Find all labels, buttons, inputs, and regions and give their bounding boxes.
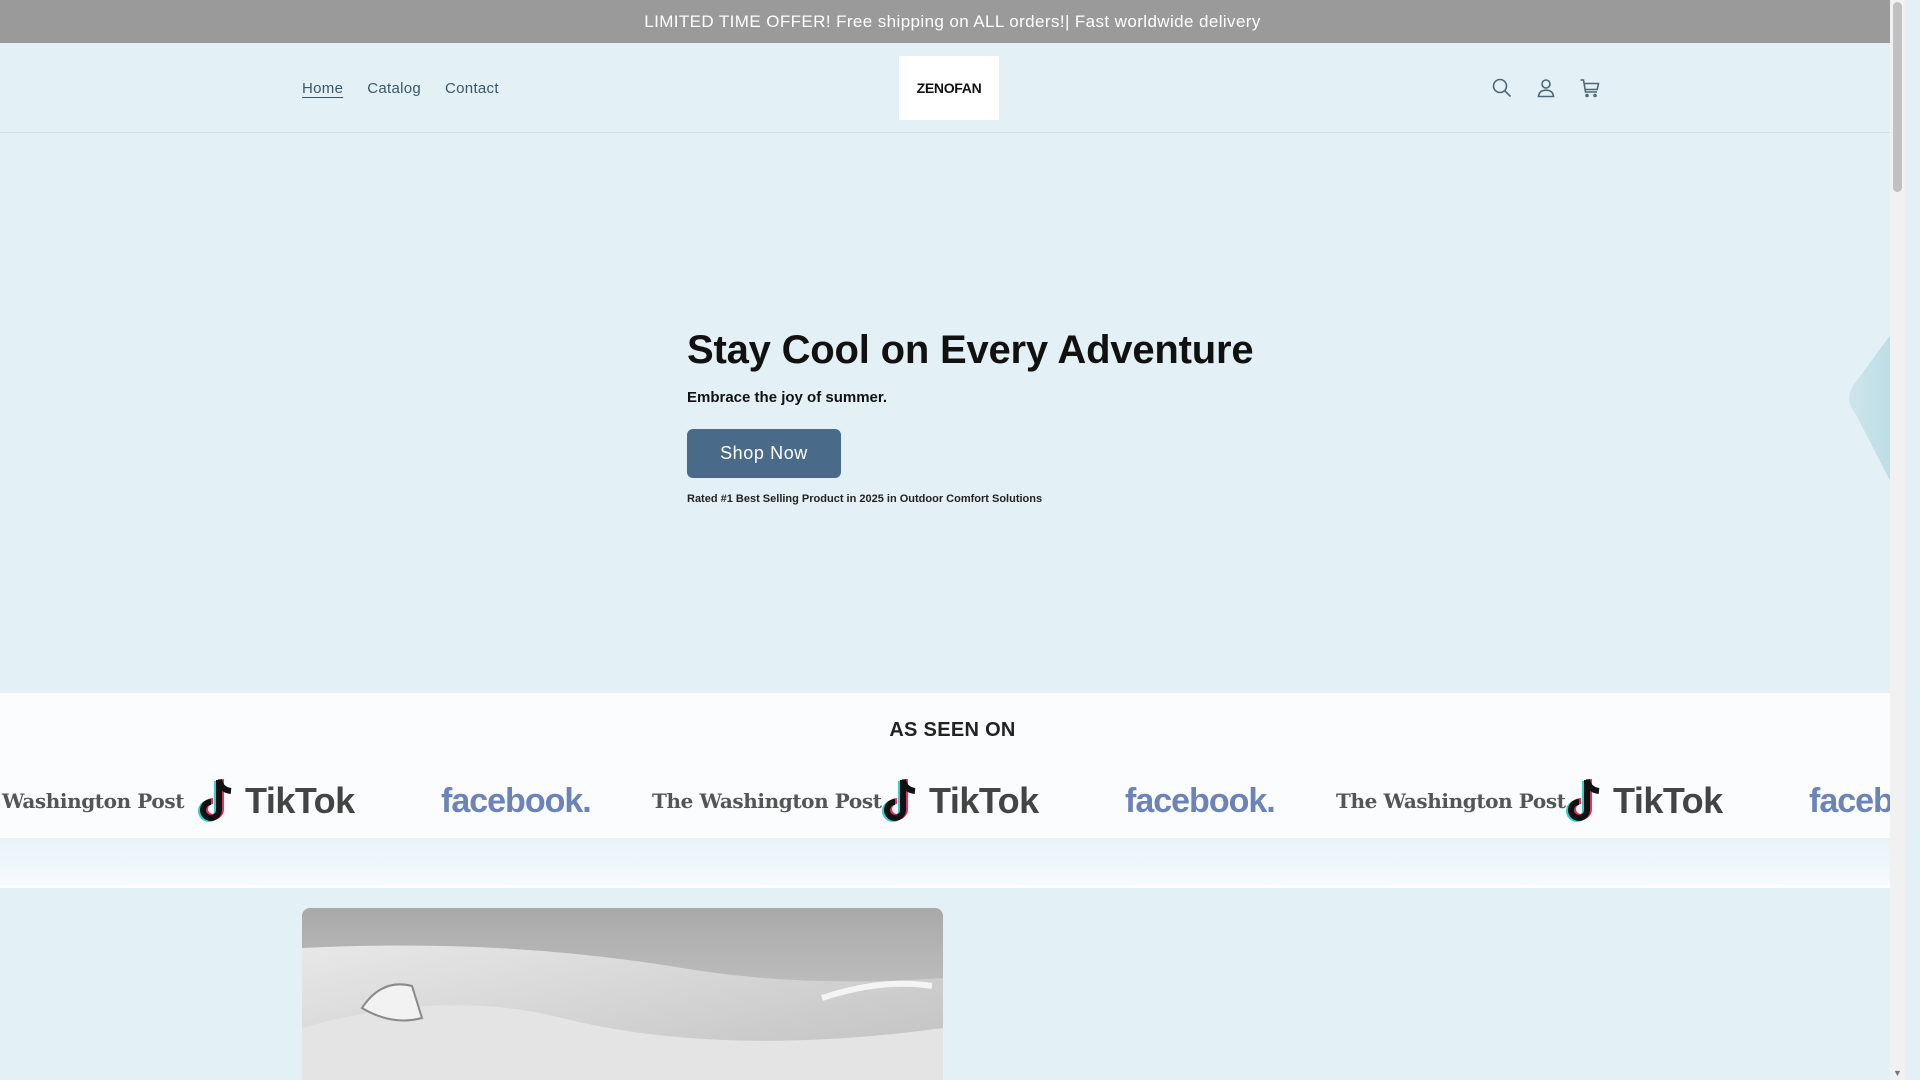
tiktok-icon xyxy=(1566,779,1600,822)
product-photo xyxy=(302,908,943,1080)
washington-post-logo: Washington Post xyxy=(2,789,185,813)
main-nav: Home Catalog Contact xyxy=(302,43,499,133)
tiktok-logo: TikTok xyxy=(879,773,1039,829)
hero-banner: Stay Cool on Every Adventure Embrace the… xyxy=(0,133,1905,693)
facebook-logo: facebook. xyxy=(1125,781,1276,820)
as-seen-on-title: AS SEEN ON xyxy=(889,719,1016,741)
page-scrollbar[interactable]: ▼ xyxy=(1890,0,1905,1080)
washington-post-logo: The Washington Post xyxy=(652,789,882,813)
hero-content: Stay Cool on Every Adventure Embrace the… xyxy=(687,328,1254,505)
section-divider xyxy=(0,838,1905,888)
facebook-logo: facebook. xyxy=(441,781,592,820)
nav-catalog[interactable]: Catalog xyxy=(367,80,421,97)
announcement-bar: LIMITED TIME OFFER! Free shipping on ALL… xyxy=(0,0,1905,43)
hero-title: Stay Cool on Every Adventure xyxy=(687,328,1254,372)
nav-home[interactable]: Home xyxy=(302,80,343,97)
product-section xyxy=(0,888,1905,1080)
tiktok-icon xyxy=(882,779,916,822)
as-seen-on-section: AS SEEN ON Washington Post TikTok facebo… xyxy=(0,693,1905,838)
site-logo[interactable]: ZENOFAN xyxy=(899,56,999,120)
search-icon[interactable] xyxy=(1490,76,1514,100)
hero-subtitle: Embrace the joy of summer. xyxy=(687,389,888,406)
scrollbar-thumb[interactable] xyxy=(1893,2,1902,192)
washington-post-logo: The Washington Post xyxy=(1336,789,1566,813)
scroll-down-arrow-icon[interactable]: ▼ xyxy=(1893,1068,1902,1078)
tiktok-logo: TikTok xyxy=(195,773,355,829)
account-icon[interactable] xyxy=(1534,76,1558,100)
logo-text: ZENOFAN xyxy=(916,80,982,96)
announcement-text: LIMITED TIME OFFER! Free shipping on ALL… xyxy=(644,11,1261,31)
product-image[interactable] xyxy=(302,908,943,1080)
cart-icon[interactable] xyxy=(1578,76,1602,100)
tiktok-icon xyxy=(198,779,232,822)
header-actions xyxy=(1490,43,1602,133)
logo-marquee: Washington Post TikTok facebook. The Was… xyxy=(0,773,1905,829)
tiktok-logo: TikTok xyxy=(1563,773,1723,829)
shop-now-button[interactable]: Shop Now xyxy=(687,429,841,478)
site-header: Home Catalog Contact ZENOFAN xyxy=(0,43,1905,133)
nav-contact[interactable]: Contact xyxy=(445,80,499,97)
hero-rating-note: Rated #1 Best Selling Product in 2025 in… xyxy=(687,493,1043,505)
